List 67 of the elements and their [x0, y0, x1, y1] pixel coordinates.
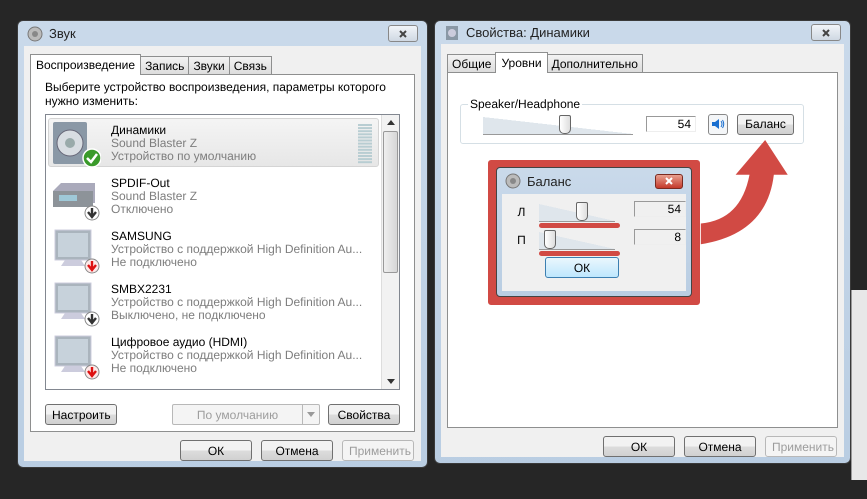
close-icon: [821, 28, 831, 38]
device-driver: Устройство с поддержкой High Definition Au...: [111, 349, 364, 362]
slider-thumb[interactable]: [544, 230, 556, 249]
configure-button[interactable]: Настроить: [45, 404, 117, 425]
tab[interactable]: Дополнительно: [546, 54, 643, 72]
device-item[interactable]: SAMSUNG Устройство с поддержкой High Definition Au... Не подключено: [48, 224, 379, 273]
balance-slider[interactable]: [538, 229, 615, 250]
properties-button[interactable]: Свойства: [328, 404, 400, 425]
slider-thumb[interactable]: [558, 114, 571, 134]
close-button[interactable]: [388, 25, 418, 42]
device-status: Выключено, не подключено: [111, 309, 266, 322]
scroll-down-icon[interactable]: [386, 379, 394, 384]
device-status: Не подключено: [111, 362, 197, 375]
monitor-icon: [54, 336, 92, 372]
ok-button[interactable]: ОК: [545, 257, 619, 278]
tab[interactable]: Звуки: [188, 56, 230, 74]
scroll-up-icon[interactable]: [386, 120, 394, 125]
device-status: Устройство по умолчанию: [111, 150, 258, 163]
channel-label: П: [516, 233, 527, 247]
channel-value: 8: [634, 229, 686, 245]
instruction-text: Выберите устройство воспроизведения, параметры которого нужно изменить:: [45, 80, 387, 108]
device-driver: Sound Blaster Z: [111, 137, 198, 150]
monitor-icon: [54, 230, 92, 266]
channel-value: 54: [634, 201, 686, 217]
device-item[interactable]: SPDIF-Out Sound Blaster Z Отключено: [48, 171, 379, 220]
tab[interactable]: Связь: [228, 56, 272, 74]
device-driver: Устройство с поддержкой High Definition Au...: [111, 243, 364, 256]
tab[interactable]: Общие: [447, 54, 496, 72]
device-status: Отключено: [111, 203, 174, 216]
volume-value: 54: [646, 116, 696, 132]
scrollbar[interactable]: [381, 115, 399, 389]
channel-label: Л: [516, 205, 526, 219]
dialog-button[interactable]: ОК: [180, 440, 252, 461]
device-name: Цифровое аудио (HDMI): [111, 336, 248, 349]
slider-thumb[interactable]: [576, 202, 588, 221]
device-name: SMBX2231: [111, 283, 173, 296]
device-item[interactable]: Динамики Sound Blaster Z Устройство по умолчанию: [48, 118, 379, 167]
balance-button[interactable]: Баланс: [737, 114, 794, 134]
tab[interactable]: Воспроизведение: [30, 54, 142, 75]
group-title: Speaker/Headphone: [468, 97, 582, 111]
window-title: Звук: [49, 26, 77, 41]
tab[interactable]: Уровни: [495, 52, 548, 73]
tab[interactable]: Запись: [140, 56, 190, 74]
mute-button[interactable]: [708, 114, 728, 134]
dialog-title: Баланс: [527, 174, 572, 188]
device-item[interactable]: SMBX2231 Устройство с поддержкой High Definition Au... Выключено, не подключено: [48, 277, 379, 326]
receiver-icon: [53, 183, 95, 207]
device-name: SAMSUNG: [111, 230, 173, 243]
dialog-button[interactable]: ОК: [603, 436, 675, 457]
close-button[interactable]: [655, 174, 683, 188]
device-name: Динамики: [111, 124, 168, 137]
dialog-button[interactable]: Отмена: [261, 440, 333, 461]
caret-icon: [307, 412, 315, 417]
monitor-icon: [54, 282, 92, 319]
close-icon: [664, 176, 674, 186]
device-driver: Sound Blaster Z: [111, 190, 198, 203]
device-driver: Устройство с поддержкой High Definition Au...: [111, 296, 364, 309]
window-title: Свойства: Динамики: [466, 25, 591, 40]
volume-slider[interactable]: [483, 114, 633, 134]
level-meter-drawing: [358, 124, 372, 164]
balance-slider[interactable]: [538, 201, 615, 222]
close-button[interactable]: [811, 24, 841, 41]
device-status: Не подключено: [111, 256, 197, 269]
device-item[interactable]: Цифровое аудио (HDMI) Устройство с поддержкой High Definition Au... Не подключено: [48, 330, 379, 379]
dialog-button[interactable]: Отмена: [684, 436, 756, 457]
device-name: SPDIF-Out: [111, 177, 171, 190]
close-icon: [398, 28, 408, 38]
